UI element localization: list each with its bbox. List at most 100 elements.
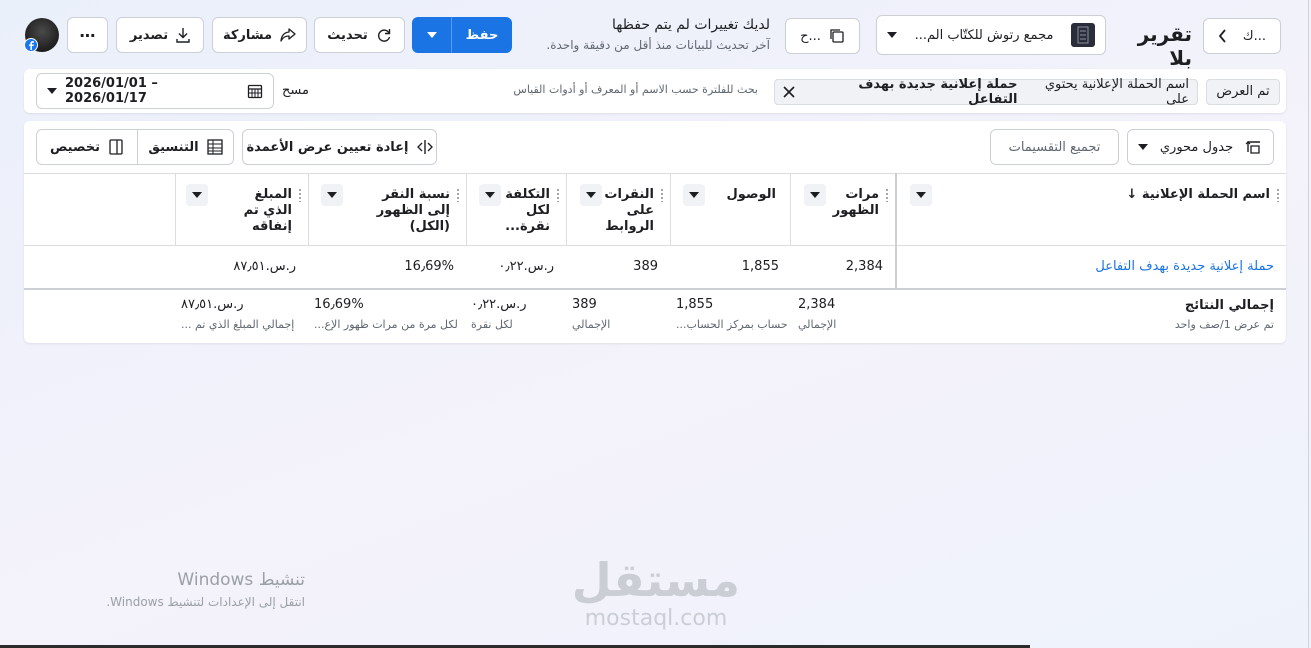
column-header-label: المبلغ الذي تم إنفاقه bbox=[243, 187, 292, 234]
unsaved-subtitle: آخر تحديث للبيانات منذ أقل من دقيقة واحد… bbox=[546, 38, 770, 52]
chevron-down-icon bbox=[47, 88, 57, 94]
mostaql-watermark-url: mostaql.com bbox=[584, 606, 728, 631]
totals-ctr-sub: لكل مرة من مرات ظهور الإع... bbox=[314, 318, 458, 331]
back-button[interactable]: ك... bbox=[1203, 18, 1281, 54]
format-button[interactable]: التنسيق bbox=[137, 129, 234, 165]
group-breakdowns-button[interactable]: تجميع التقسيمات bbox=[990, 129, 1119, 165]
chevron-down-icon[interactable] bbox=[580, 184, 602, 206]
export-label: تصدير bbox=[129, 27, 169, 43]
impressions-value: 2,384 bbox=[845, 259, 883, 274]
chevron-down-icon bbox=[427, 32, 437, 38]
page-title: تقرير بلا bbox=[1137, 22, 1192, 70]
export-button[interactable]: تصدير bbox=[116, 17, 204, 53]
more-icon: ⋯ bbox=[79, 25, 96, 45]
shown-label: تم العرض bbox=[1206, 79, 1280, 105]
columns-icon bbox=[108, 139, 124, 155]
column-header-cpc[interactable]: التكلفة لكل نقرة... bbox=[467, 174, 566, 245]
drag-handle-icon[interactable] bbox=[1276, 188, 1280, 202]
totals-cpc-sub: لكل نقرة bbox=[471, 318, 513, 331]
refresh-button[interactable]: تحديث bbox=[314, 17, 405, 53]
save-button[interactable]: حفظ bbox=[452, 17, 512, 53]
ctr-value: 16٫69% bbox=[404, 259, 454, 274]
group-breakdowns-label: تجميع التقسيمات bbox=[1008, 139, 1101, 155]
reset-column-width-button[interactable]: إعادة تعيين عرض الأعمدة bbox=[242, 129, 437, 165]
totals-ctr: 16٫69% bbox=[314, 297, 364, 312]
chevron-down-icon bbox=[887, 32, 897, 38]
pivot-icon bbox=[1245, 139, 1263, 155]
column-header-reach[interactable]: الوصول bbox=[671, 174, 790, 245]
totals-clicks-sub: الإجمالي bbox=[572, 318, 611, 331]
date-range-label: 2026/01/01 – 2026/01/17 bbox=[65, 76, 158, 106]
account-selector[interactable]: مجمع رتوش للكتّاب الم... bbox=[876, 15, 1106, 55]
table-row[interactable]: حملة إعلانية جديدة بهدف التفاعل 2,384 1,… bbox=[24, 246, 1286, 288]
filter-chip-prefix: اسم الحملة الإعلانية يحتوي على bbox=[1044, 77, 1189, 107]
column-header-link-clicks[interactable]: النقرات على الروابط bbox=[567, 174, 670, 245]
chevron-down-icon[interactable] bbox=[683, 184, 705, 206]
drag-handle-icon[interactable] bbox=[456, 188, 460, 202]
reach-value: 1,855 bbox=[741, 259, 779, 274]
download-icon bbox=[176, 27, 190, 43]
view-label: ح... bbox=[800, 28, 821, 44]
format-label: التنسيق bbox=[148, 139, 199, 155]
drag-handle-icon[interactable] bbox=[298, 188, 302, 202]
unsaved-title: لديك تغييرات لم يتم حفظها bbox=[612, 17, 770, 33]
pivot-table-selector[interactable]: جدول محوري bbox=[1127, 129, 1274, 165]
more-button[interactable]: ⋯ bbox=[67, 17, 108, 53]
view-button[interactable]: ح... bbox=[785, 18, 860, 54]
filter-chip[interactable]: اسم الحملة الإعلانية يحتوي على حملة إعلا… bbox=[774, 77, 1198, 107]
share-icon bbox=[280, 27, 296, 43]
format-icon bbox=[206, 139, 223, 155]
column-header-ctr[interactable]: نسبة النقر إلى الظهور (الكل) bbox=[309, 174, 466, 245]
share-label: مشاركة bbox=[222, 27, 273, 43]
column-header-label: النقرات على الروابط bbox=[604, 187, 654, 234]
column-header-label: نسبة النقر إلى الظهور (الكل) bbox=[376, 187, 450, 234]
chevron-down-icon[interactable] bbox=[186, 184, 208, 206]
chevron-down-icon[interactable] bbox=[479, 184, 501, 206]
chevron-down-icon[interactable] bbox=[910, 184, 932, 206]
chevron-down-icon[interactable] bbox=[804, 184, 826, 206]
pivot-table-label: جدول محوري bbox=[1159, 139, 1234, 155]
filter-search-input[interactable]: بحث للفلترة حسب الاسم أو المعرف أو أدوات… bbox=[320, 83, 758, 96]
save-options-button[interactable] bbox=[412, 17, 452, 53]
totals-clicks: 389 bbox=[572, 297, 597, 312]
totals-spent-sub: إجمالي المبلغ الذي تم ... bbox=[181, 318, 295, 331]
chevron-down-icon[interactable] bbox=[321, 184, 343, 206]
column-header-label: الوصول bbox=[726, 187, 776, 202]
drag-handle-icon[interactable] bbox=[885, 188, 889, 202]
chevron-left-icon bbox=[1218, 29, 1228, 43]
refresh-icon bbox=[376, 27, 392, 43]
totals-spent: ر.س.٨٧٫٥١ bbox=[181, 297, 244, 312]
customize-button[interactable]: تخصيص bbox=[36, 129, 138, 165]
facebook-icon bbox=[24, 38, 38, 52]
column-resize-icon bbox=[416, 140, 433, 154]
customize-label: تخصيص bbox=[49, 139, 101, 155]
drag-handle-icon[interactable] bbox=[660, 188, 664, 202]
close-icon[interactable] bbox=[783, 86, 795, 98]
window-edge bbox=[1308, 0, 1309, 648]
filter-chip-value: حملة إعلانية جديدة بهدف التفاعل bbox=[858, 77, 1018, 107]
totals-impressions: 2,384 bbox=[798, 297, 836, 312]
totals-title: إجمالي النتائج bbox=[1184, 298, 1274, 313]
account-avatar-icon bbox=[1070, 23, 1095, 47]
cpc-value: ر.س.٠٫٢٢ bbox=[498, 259, 554, 274]
campaign-name-link[interactable]: حملة إعلانية جديدة بهدف التفاعل bbox=[1095, 259, 1274, 274]
avatar[interactable] bbox=[24, 18, 59, 52]
windows-activation-title: تنشيط Windows bbox=[177, 570, 305, 590]
clear-filters-link[interactable]: مسح bbox=[282, 83, 309, 98]
column-header-campaign-name[interactable]: اسم الحملة الإعلانية ↓ bbox=[897, 174, 1286, 245]
date-range-picker[interactable]: 2026/01/01 – 2026/01/17 bbox=[36, 73, 274, 109]
totals-cpc: ر.س.٠٫٢٢ bbox=[471, 297, 527, 312]
spent-value: ر.س.٨٧٫٥١ bbox=[233, 259, 296, 274]
share-button[interactable]: مشاركة bbox=[212, 17, 307, 53]
column-header-amount-spent[interactable]: المبلغ الذي تم إنفاقه bbox=[176, 174, 308, 245]
column-header-label: اسم الحملة الإعلانية ↓ bbox=[1126, 187, 1270, 202]
save-label: حفظ bbox=[465, 27, 499, 43]
clicks-value: 389 bbox=[633, 259, 658, 274]
totals-subtitle: تم عرض 1/صف واحد bbox=[1174, 318, 1274, 331]
account-name: مجمع رتوش للكتّاب الم... bbox=[914, 27, 1054, 43]
calendar-icon bbox=[247, 83, 263, 99]
column-header-impressions[interactable]: مرات الظهور bbox=[791, 174, 895, 245]
copy-icon bbox=[829, 28, 845, 44]
refresh-label: تحديث bbox=[327, 27, 368, 43]
drag-handle-icon[interactable] bbox=[556, 188, 560, 202]
